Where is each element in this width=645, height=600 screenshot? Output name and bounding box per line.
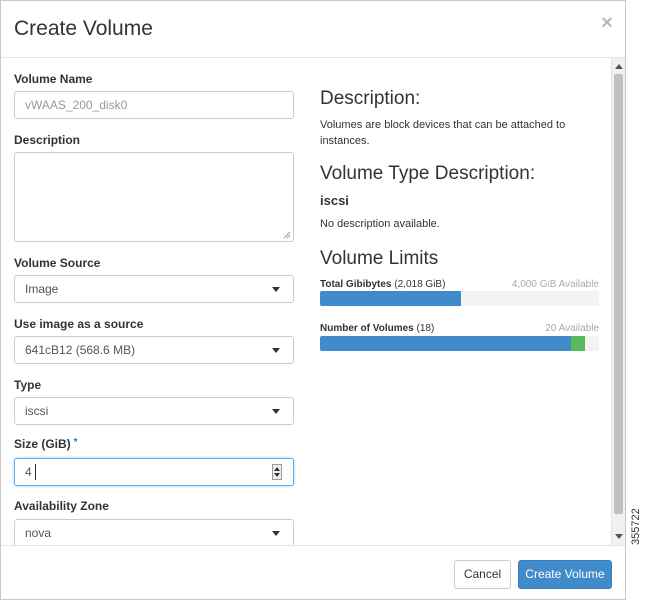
volume-source-value: Image [25,282,59,296]
volume-name-label: Volume Name [14,72,93,86]
vertical-scrollbar[interactable] [611,58,625,545]
chevron-down-icon [272,348,280,353]
type-label: Type [14,378,42,392]
volume-source-select[interactable]: Image [14,275,294,303]
modal-footer: Cancel Create Volume [1,545,625,599]
volumes-added-fill [571,336,585,351]
limit-gibibytes-detail: (2,018 GiB) [394,279,446,290]
limit-volumes: Number of Volumes (18) 20 Available [320,323,599,334]
description-heading: Description: [320,88,421,109]
volume-type-heading: Volume Type Description: [320,163,536,184]
size-label: Size (GiB) * [14,437,78,451]
size-input[interactable]: 4 [14,458,294,486]
chevron-down-icon [272,531,280,536]
description-label: Description [14,133,81,147]
scroll-thumb[interactable] [614,74,623,514]
chevron-down-icon [272,287,280,292]
image-source-value: 641cB12 (568.6 MB) [25,343,136,357]
scroll-down-icon[interactable] [615,534,623,539]
modal-header: Create Volume × [1,1,625,58]
volume-type-text: No description available. [320,218,440,230]
limit-gibibytes: Total Gibibytes (2,018 GiB) 4,000 GiB Av… [320,279,599,290]
spinner-down-icon[interactable] [274,473,280,477]
size-label-text: Size (GiB) [14,437,71,451]
chevron-down-icon [272,409,280,414]
availability-zone-value: nova [25,526,52,540]
cancel-button[interactable]: Cancel [454,560,511,589]
gibibytes-used-fill [320,291,461,306]
resize-grip-icon[interactable] [283,231,291,239]
text-cursor [35,464,36,480]
volumes-progress-bar [320,336,599,351]
image-source-select[interactable]: 641cB12 (568.6 MB) [14,336,294,364]
type-value: iscsi [25,404,49,418]
volumes-used-fill [320,336,571,351]
volume-source-label: Volume Source [14,256,101,270]
volume-limits-heading: Volume Limits [320,248,439,269]
number-spinner[interactable] [272,464,282,480]
type-select[interactable]: iscsi [14,397,294,425]
image-source-label: Use image as a source [14,317,144,331]
gibibytes-progress-bar [320,291,599,306]
size-value: 4 [25,465,32,479]
limit-volumes-available: 20 Available [545,323,599,334]
limit-volumes-label: Number of Volumes [320,323,414,334]
limit-gibibytes-label: Total Gibibytes [320,279,392,290]
spinner-up-icon[interactable] [274,467,280,471]
modal-body: Volume Name vWAAS_200_disk0 Description … [1,58,611,545]
limit-volumes-detail: (18) [416,323,435,334]
description-text: Volumes are block devices that can be at… [320,119,566,147]
availability-zone-select[interactable]: nova [14,519,294,545]
scroll-up-icon[interactable] [615,64,623,69]
description-textarea[interactable] [14,152,294,242]
create-volume-dialog: Create Volume × Volume Name vWAAS_200_di… [0,0,626,600]
volume-name-input[interactable]: vWAAS_200_disk0 [14,91,294,119]
availability-zone-label: Availability Zone [14,499,109,513]
modal-title: Create Volume [14,17,153,40]
close-icon[interactable]: × [598,12,616,34]
volume-type-name: iscsi [320,193,349,208]
create-volume-button[interactable]: Create Volume [518,560,612,589]
limit-gibibytes-available: 4,000 GiB Available [511,279,599,290]
figure-id: 355722 [630,508,642,545]
required-mark: * [73,437,78,448]
